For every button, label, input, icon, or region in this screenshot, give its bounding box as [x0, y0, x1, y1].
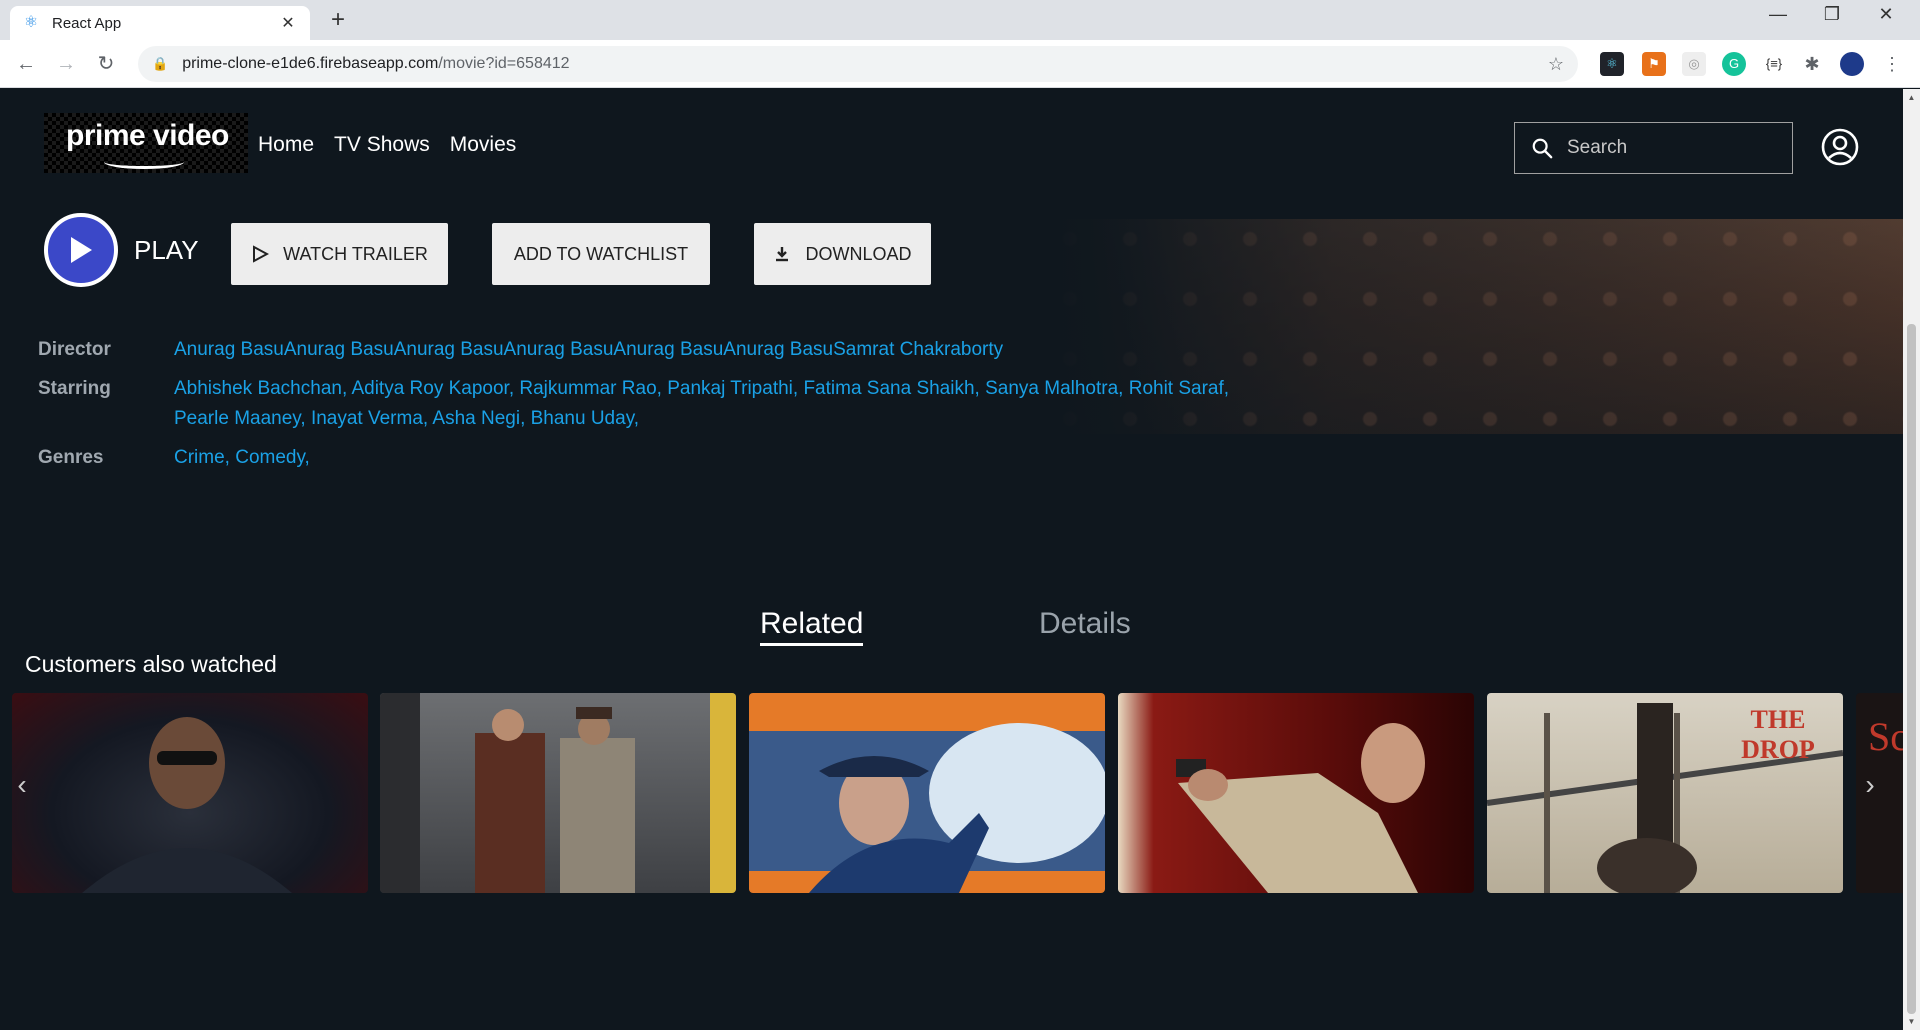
address-bar[interactable]: 🔒 prime-clone-e1de6.firebaseapp.com /mov… [138, 46, 1578, 82]
related-card[interactable] [12, 693, 368, 893]
poster-man-pointing-gun [1176, 723, 1425, 893]
react-favicon-icon: ⚛ [23, 14, 39, 31]
scroll-down-icon[interactable]: ▼ [1903, 1013, 1920, 1030]
nav-tv-shows[interactable]: TV Shows [334, 133, 430, 157]
customers-also-watched-title: Customers also watched [25, 651, 277, 677]
poster-man-with-gun [749, 723, 1105, 893]
trailer-play-icon [253, 245, 270, 263]
browser-menu-icon[interactable]: ⋮ [1880, 52, 1904, 76]
related-card[interactable] [380, 693, 736, 893]
starring-value-line2[interactable]: Pearle Maaney, Inayat Verma, Asha Negi, … [174, 408, 639, 430]
profile-avatar[interactable] [1840, 52, 1864, 76]
search-box[interactable] [1514, 122, 1793, 174]
download-label: DOWNLOAD [805, 243, 912, 264]
forward-icon[interactable]: → [54, 52, 78, 76]
related-card[interactable] [749, 693, 1105, 893]
add-watchlist-label: ADD TO WATCHLIST [513, 243, 689, 264]
carousel-next-icon[interactable]: › [1858, 769, 1882, 801]
extension-off-icon[interactable]: ⚑ [1642, 52, 1666, 76]
logo-text: prime video [66, 119, 229, 152]
close-window-icon[interactable]: ✕ [1866, 4, 1906, 25]
watch-trailer-button[interactable]: WATCH TRAILER [231, 223, 448, 285]
add-to-watchlist-button[interactable]: ADD TO WATCHLIST [492, 223, 710, 285]
page-scrollbar[interactable]: ▲ ▼ [1903, 89, 1920, 1030]
extensions-puzzle-icon[interactable]: ✱ [1800, 52, 1824, 76]
grammarly-extension-icon[interactable]: G [1722, 52, 1746, 76]
new-tab-button[interactable]: + [324, 6, 352, 34]
scroll-up-icon[interactable]: ▲ [1903, 89, 1920, 106]
nav-home[interactable]: Home [258, 133, 314, 157]
download-icon [776, 247, 789, 262]
logo-smile-icon [104, 155, 184, 169]
browser-tab-strip: ⚛ React App ✕ + — ❐ ✕ [0, 0, 1920, 40]
poster-man-sunglasses [82, 717, 292, 893]
play-circle-icon [44, 213, 118, 287]
play-button[interactable]: PLAY [44, 213, 199, 287]
account-icon[interactable] [1820, 127, 1860, 167]
prime-video-logo[interactable]: prime video [44, 113, 248, 173]
json-extension-icon[interactable]: {≡} [1762, 52, 1786, 76]
main-nav: Home TV Shows Movies [258, 133, 516, 157]
director-label: Director [38, 339, 111, 360]
search-input[interactable] [1567, 137, 1767, 159]
related-card[interactable]: THE DROP [1487, 693, 1843, 893]
browser-tab-title: React App [52, 14, 122, 32]
browser-toolbar: ← → ↻ 🔒 prime-clone-e1de6.firebaseapp.co… [0, 40, 1920, 88]
carousel-prev-icon[interactable]: ‹ [10, 769, 34, 801]
lock-icon: 🔒 [152, 56, 169, 71]
search-icon [1532, 138, 1553, 159]
partial-card-text: Sc [1868, 714, 1903, 759]
url-path: /movie?id=658412 [438, 55, 570, 72]
minimize-window-icon[interactable]: — [1758, 4, 1798, 25]
nav-movies[interactable]: Movies [450, 133, 517, 157]
close-tab-icon[interactable]: ✕ [278, 13, 298, 33]
genres-label: Genres [38, 447, 104, 468]
play-triangle-icon [71, 237, 92, 263]
react-devtools-extension-icon[interactable]: ⚛ [1600, 52, 1624, 76]
url-host: prime-clone-e1de6.firebaseapp.com [182, 55, 439, 72]
genres-value[interactable]: Crime, Comedy, [174, 447, 310, 469]
starring-value-line1[interactable]: Abhishek Bachchan, Aditya Roy Kapoor, Ra… [174, 378, 1229, 400]
browser-tab[interactable]: ⚛ React App ✕ [10, 6, 310, 40]
related-carousel: THE DROP Sc [12, 693, 1903, 893]
extension-circle-icon[interactable]: ◎ [1682, 52, 1706, 76]
starring-label: Starring [38, 378, 111, 399]
poster-title-text: THE DROP [1741, 705, 1815, 764]
poster-two-men-walking [380, 693, 736, 893]
related-card[interactable] [1118, 693, 1474, 893]
play-label: PLAY [134, 234, 199, 265]
reload-icon[interactable]: ↻ [94, 52, 118, 76]
download-button[interactable]: DOWNLOAD [754, 223, 931, 285]
tab-related[interactable]: Related [760, 607, 864, 646]
scrollbar-thumb[interactable] [1907, 324, 1916, 1014]
site-header: prime video Home TV Shows Movies [0, 89, 1903, 219]
watch-trailer-label: WATCH TRAILER [283, 243, 428, 264]
page-content: prime video Home TV Shows Movies Search … [0, 89, 1920, 1030]
restore-window-icon[interactable]: ❐ [1812, 4, 1852, 25]
director-value[interactable]: Anurag BasuAnurag BasuAnurag BasuAnurag … [174, 339, 1003, 361]
back-icon[interactable]: ← [14, 52, 38, 76]
bookmark-star-icon[interactable]: ☆ [1548, 54, 1564, 75]
tab-details[interactable]: Details [1039, 607, 1131, 641]
